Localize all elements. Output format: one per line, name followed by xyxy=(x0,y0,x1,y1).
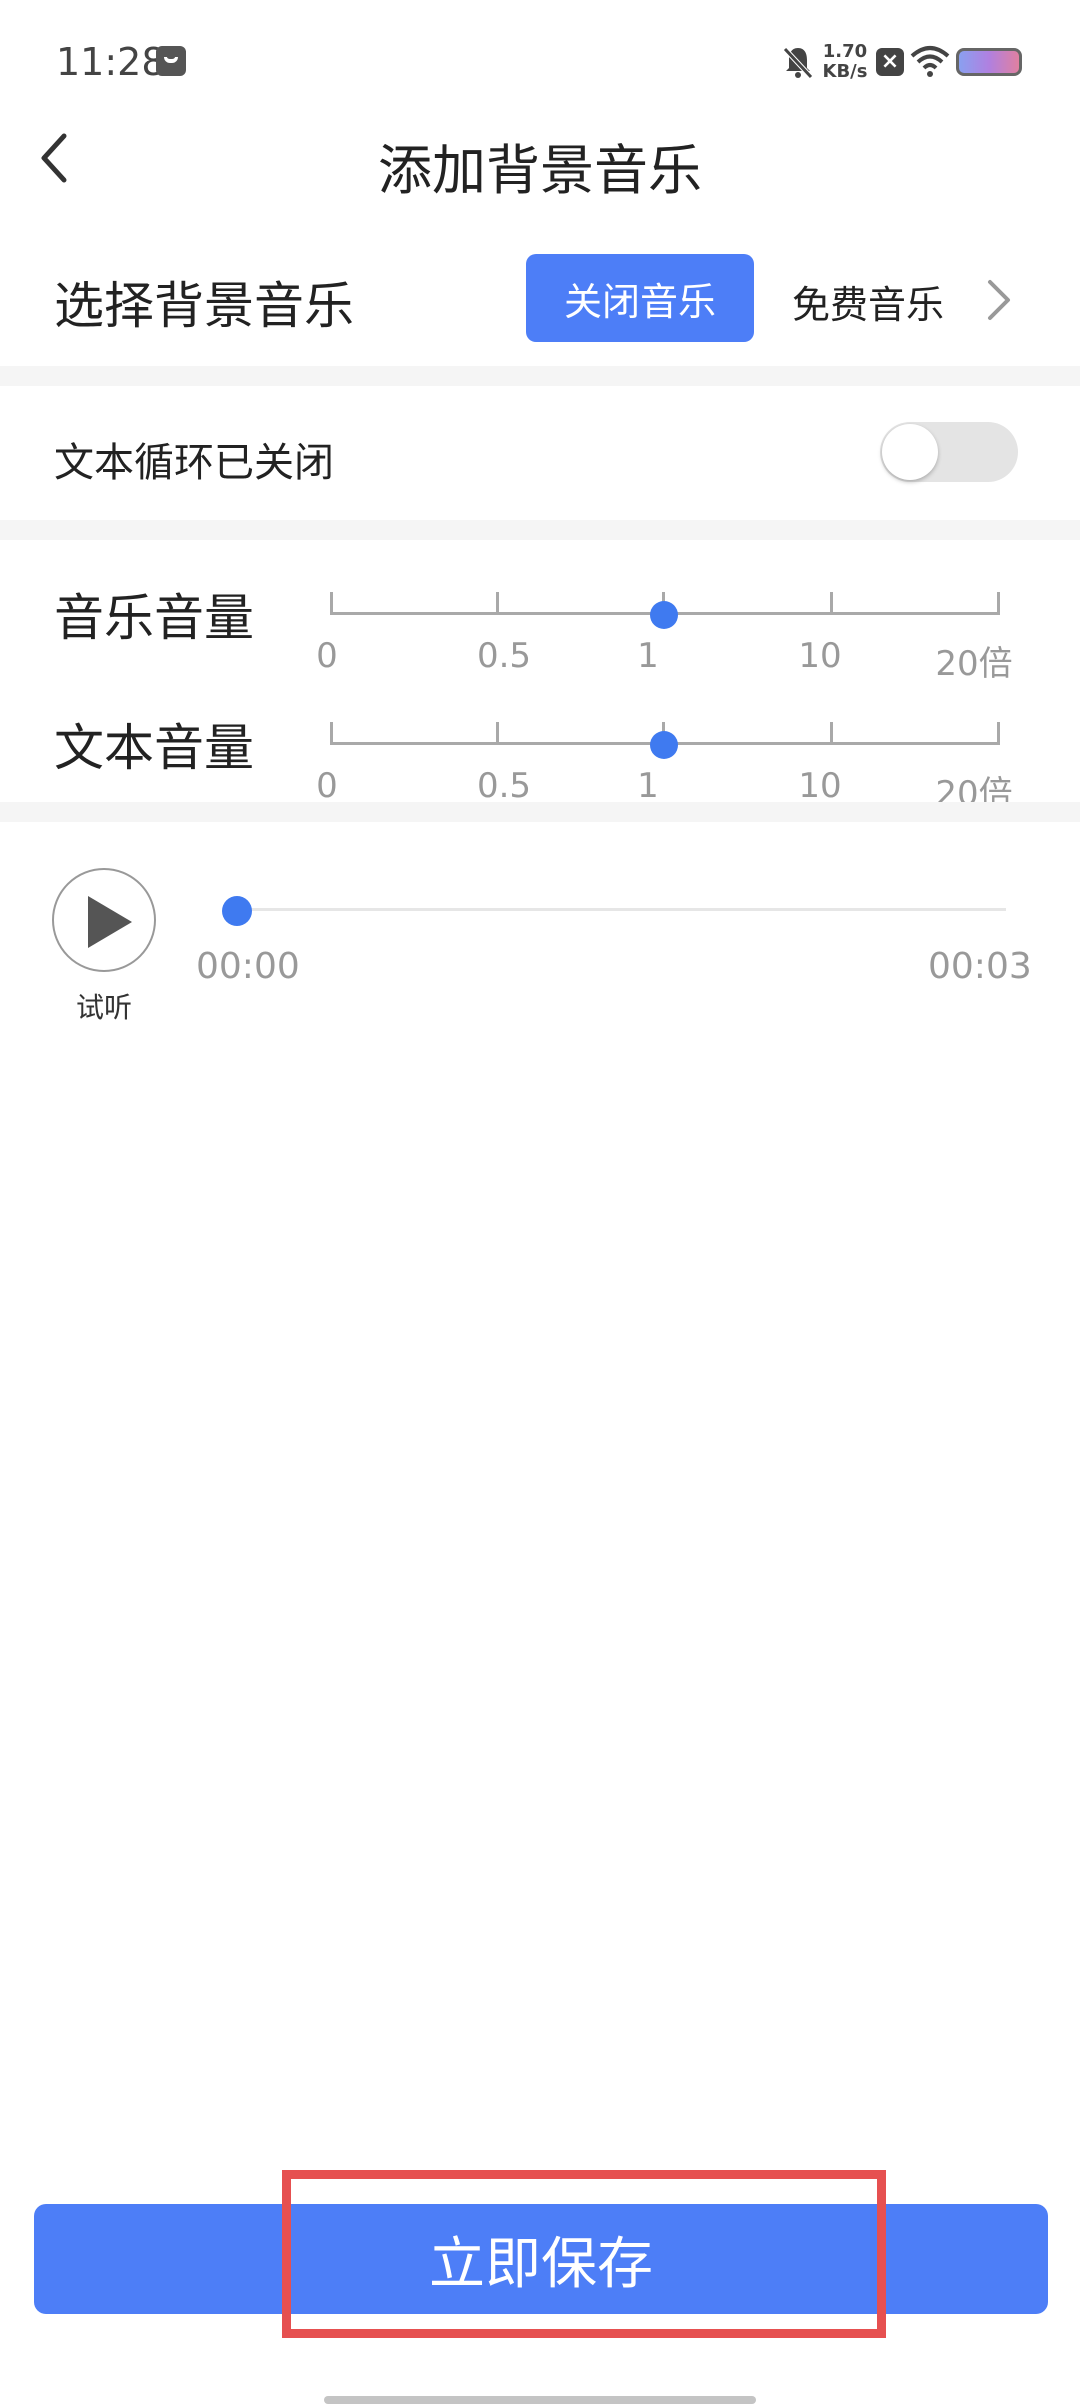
wifi-icon xyxy=(910,46,950,77)
slider-tick xyxy=(330,592,333,614)
music-volume-slider[interactable]: 0 0.5 1 10 20倍 xyxy=(316,584,1013,684)
text-loop-label: 文本循环已关闭 xyxy=(54,440,334,486)
play-button[interactable] xyxy=(52,868,156,972)
tick-label: 0 xyxy=(316,636,338,676)
slider-tick xyxy=(830,592,833,614)
divider xyxy=(0,520,1080,540)
play-icon xyxy=(88,896,132,948)
free-music-tab[interactable]: 免费音乐 xyxy=(792,274,944,329)
status-time: 11:28 xyxy=(56,40,166,84)
slider-thumb[interactable] xyxy=(650,601,678,629)
slider-tick xyxy=(830,722,833,744)
tick-label: 0.5 xyxy=(476,766,532,806)
playback-progress-thumb[interactable] xyxy=(222,896,252,926)
text-volume-label: 文本音量 xyxy=(54,719,254,777)
current-time: 00:00 xyxy=(196,946,300,987)
tick-label: 10 xyxy=(798,636,842,676)
bell-muted-icon xyxy=(783,47,813,79)
tick-label: 0 xyxy=(316,766,338,806)
slider-tick xyxy=(496,592,499,614)
save-button[interactable]: 立即保存 xyxy=(34,2204,1048,2314)
tick-label: 1 xyxy=(637,766,659,806)
page-title: 添加背景音乐 xyxy=(378,139,702,202)
tick-label: 20倍 xyxy=(935,644,1013,684)
home-indicator[interactable] xyxy=(324,2396,756,2404)
tick-label: 10 xyxy=(798,766,842,806)
slider-thumb[interactable] xyxy=(650,731,678,759)
preview-label: 试听 xyxy=(75,991,132,1024)
slider-tick xyxy=(997,592,1000,614)
playback-progress-track[interactable] xyxy=(236,908,1006,911)
text-loop-toggle[interactable] xyxy=(880,422,1018,482)
slider-tick xyxy=(496,722,499,744)
toggle-knob xyxy=(882,424,938,480)
divider xyxy=(0,802,1080,822)
app-notification-icon xyxy=(156,46,186,76)
tick-label: 1 xyxy=(637,636,659,676)
net-speed: 1.70 KB/s xyxy=(822,41,868,82)
chevron-right-icon[interactable] xyxy=(986,278,1012,322)
battery-icon xyxy=(956,48,1022,76)
slider-tick xyxy=(997,722,1000,744)
total-time: 00:03 xyxy=(928,946,1032,987)
text-volume-slider[interactable]: 0 0.5 1 10 20倍 xyxy=(316,714,1013,814)
divider xyxy=(0,366,1080,386)
slider-tick xyxy=(330,722,333,744)
select-music-label: 选择背景音乐 xyxy=(54,277,354,335)
tick-label: 0.5 xyxy=(476,636,532,676)
close-box-icon: × xyxy=(876,48,904,76)
close-music-button[interactable]: 关闭音乐 xyxy=(526,254,754,342)
music-volume-label: 音乐音量 xyxy=(54,589,254,647)
